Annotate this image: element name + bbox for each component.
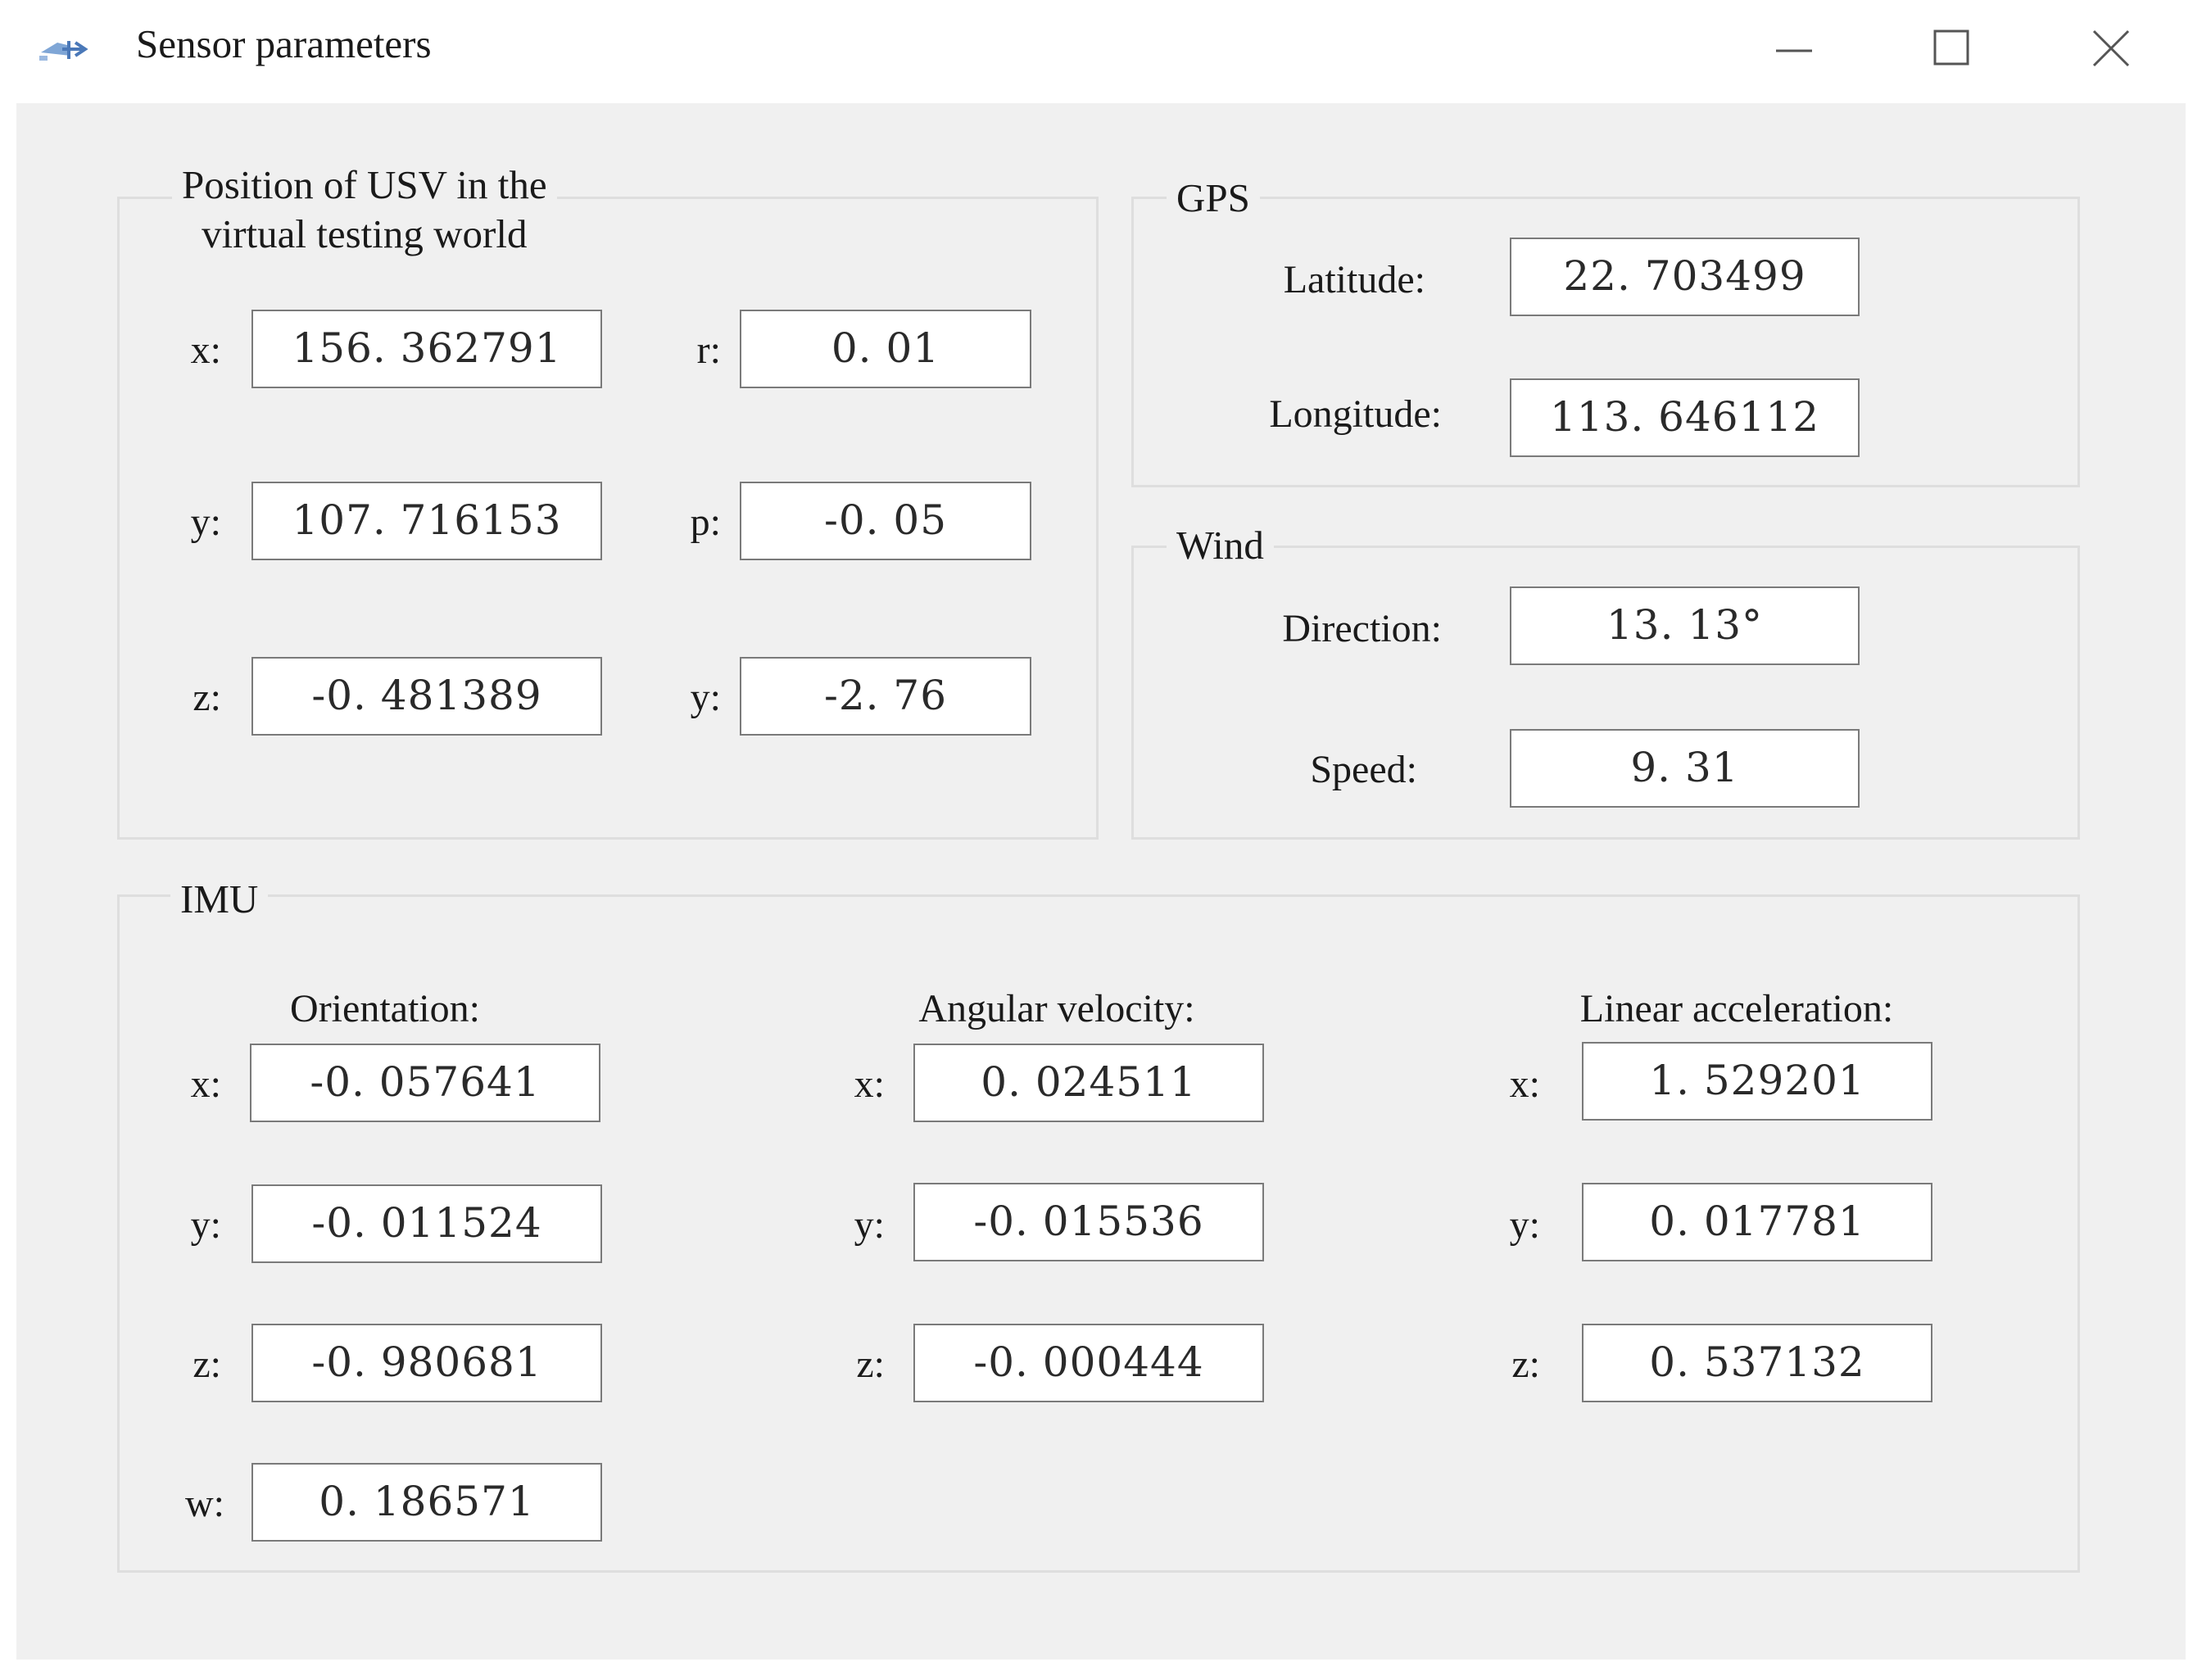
angular-velocity-header: Angular velocity:	[918, 987, 1195, 1030]
orientation-w-label: w:	[185, 1482, 224, 1525]
latitude-field[interactable]: 22. 703499	[1510, 238, 1860, 316]
linear-acceleration-z-label: z:	[1511, 1343, 1540, 1386]
position-r-field[interactable]: 0. 01	[740, 310, 1031, 388]
orientation-z-field[interactable]: -0. 980681	[251, 1324, 602, 1402]
position-p-field[interactable]: -0. 05	[740, 482, 1031, 560]
linear-acceleration-z-field[interactable]: 0. 537132	[1582, 1324, 1932, 1402]
longitude-label: Longitude:	[1269, 392, 1442, 436]
linear-acceleration-x-label: x:	[1509, 1062, 1540, 1106]
angular-velocity-x-label: x:	[854, 1062, 885, 1106]
position-x-label: x:	[190, 328, 221, 372]
orientation-y-label: y:	[190, 1203, 221, 1247]
direction-field[interactable]: 13. 13°	[1510, 586, 1860, 665]
position-z-field[interactable]: -0. 481389	[251, 657, 602, 736]
position-r-label: r:	[696, 328, 721, 372]
orientation-z-label: z:	[193, 1343, 221, 1386]
close-icon	[2092, 29, 2130, 67]
orientation-header: Orientation:	[290, 987, 480, 1030]
angular-velocity-y-field[interactable]: -0. 015536	[913, 1183, 1264, 1261]
position-legend-line2: virtual testing world	[202, 211, 528, 256]
position-yaw-field[interactable]: -2. 76	[740, 657, 1031, 736]
app-icon	[38, 31, 93, 64]
angular-velocity-x-field[interactable]: 0. 024511	[913, 1044, 1264, 1122]
latitude-label: Latitude:	[1283, 258, 1425, 301]
direction-label: Direction:	[1282, 607, 1442, 650]
wind-legend: Wind	[1167, 521, 1274, 570]
angular-velocity-z-label: z:	[856, 1343, 885, 1386]
linear-acceleration-x-field[interactable]: 1. 529201	[1582, 1042, 1932, 1121]
linear-acceleration-y-label: y:	[1509, 1203, 1540, 1247]
position-y-field[interactable]: 107. 716153	[251, 482, 602, 560]
window-title: Sensor parameters	[136, 21, 432, 66]
gps-legend: GPS	[1167, 174, 1260, 223]
position-yaw-label: y:	[690, 676, 721, 719]
angular-velocity-z-field[interactable]: -0. 000444	[913, 1324, 1264, 1402]
position-legend-line1: Position of USV in the	[182, 162, 547, 207]
title-bar: Sensor parameters	[0, 0, 2202, 98]
orientation-x-label: x:	[190, 1062, 221, 1106]
imu-legend: IMU	[170, 875, 269, 924]
position-groupbox-legend: Position of USV in the virtual testing w…	[172, 161, 557, 259]
orientation-y-field[interactable]: -0. 011524	[251, 1184, 602, 1263]
position-y-label: y:	[190, 500, 221, 544]
position-x-field[interactable]: 156. 362791	[251, 310, 602, 388]
angular-velocity-y-label: y:	[854, 1203, 885, 1247]
speed-label: Speed:	[1310, 748, 1417, 791]
orientation-x-field[interactable]: -0. 057641	[250, 1044, 600, 1122]
position-z-label: z:	[193, 676, 221, 719]
close-button[interactable]	[2077, 21, 2143, 75]
orientation-w-field[interactable]: 0. 186571	[251, 1463, 602, 1542]
minimize-button[interactable]	[1761, 21, 1827, 75]
maximize-icon	[1933, 29, 1969, 66]
linear-acceleration-y-field[interactable]: 0. 017781	[1582, 1183, 1932, 1261]
position-p-label: p:	[690, 500, 721, 544]
longitude-field[interactable]: 113. 646112	[1510, 378, 1860, 457]
maximize-button[interactable]	[1919, 21, 1984, 75]
minimize-icon	[1776, 49, 1812, 52]
linear-acceleration-header: Linear acceleration:	[1579, 987, 1894, 1030]
speed-field[interactable]: 9. 31	[1510, 729, 1860, 808]
